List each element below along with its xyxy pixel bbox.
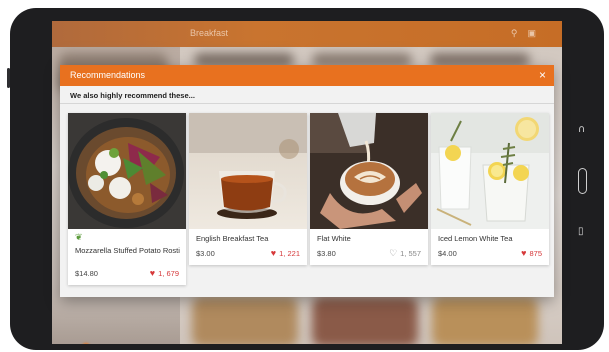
potato-rosti-image [68,113,186,229]
background-header-icons: ⚲▣ [511,28,546,39]
english-breakfast-tea-image [189,113,307,229]
card-name: Iced Lemon White Tea [438,234,513,243]
like-count-value: 1, 557 [400,249,421,258]
like-count[interactable]: ♥ 875 [521,249,542,259]
heart-outline-icon[interactable]: ♡ [389,249,397,258]
like-count-value: 875 [529,249,542,258]
recommendation-card[interactable]: English Breakfast Tea $3.00 ♥ 1, 221 [189,113,307,265]
dialog-header: Recommendations × [60,65,554,86]
dialog-title: Recommendations [70,70,146,80]
card-price: $3.00 [196,249,215,258]
card-price: $3.80 [317,249,336,258]
recommendations-dialog: Recommendations × We also highly recomme… [60,65,554,297]
like-count-value: 1, 221 [279,249,300,258]
cart-icon[interactable]: ▣ [527,28,546,38]
divider [60,103,554,104]
tablet-side-button [7,68,10,88]
heart-filled-icon[interactable]: ♥ [521,249,526,258]
search-icon[interactable]: ⚲ [511,28,528,38]
card-name: Flat White [317,234,351,243]
heart-filled-icon[interactable]: ♥ [271,249,276,258]
recent-apps-button[interactable]: ∩ [578,124,585,135]
flat-white-image [310,113,428,229]
like-count[interactable]: ♥ 1, 679 [150,269,179,279]
iced-lemon-white-tea-image [431,113,549,229]
recommendation-card[interactable]: Flat White $3.80 ♡ 1, 557 [310,113,428,265]
home-button[interactable] [578,168,587,194]
dialog-subtitle: We also highly recommend these... [70,91,195,100]
like-count[interactable]: ♥ 1, 221 [271,249,300,259]
close-icon[interactable]: × [539,68,546,82]
heart-filled-icon[interactable]: ♥ [150,269,155,278]
card-price: $4.00 [438,249,457,258]
background-app-title: Breakfast [190,28,229,38]
recommendation-card[interactable]: ❦ Mozzarella Stuffed Potato Rosti $14.80… [68,113,186,285]
like-count[interactable]: ♡ 1, 557 [389,249,421,259]
like-count-value: 1, 679 [158,269,179,278]
card-name: Mozzarella Stuffed Potato Rosti [75,246,180,255]
card-name: English Breakfast Tea [196,234,269,243]
recommendation-card[interactable]: Iced Lemon White Tea $4.00 ♥ 875 [431,113,549,265]
vegetarian-icon: ❦ [75,232,83,242]
card-price: $14.80 [75,269,98,278]
back-button[interactable]: ▯ [578,226,584,237]
background-app-header: Breakfast ⚲▣ [52,21,562,47]
